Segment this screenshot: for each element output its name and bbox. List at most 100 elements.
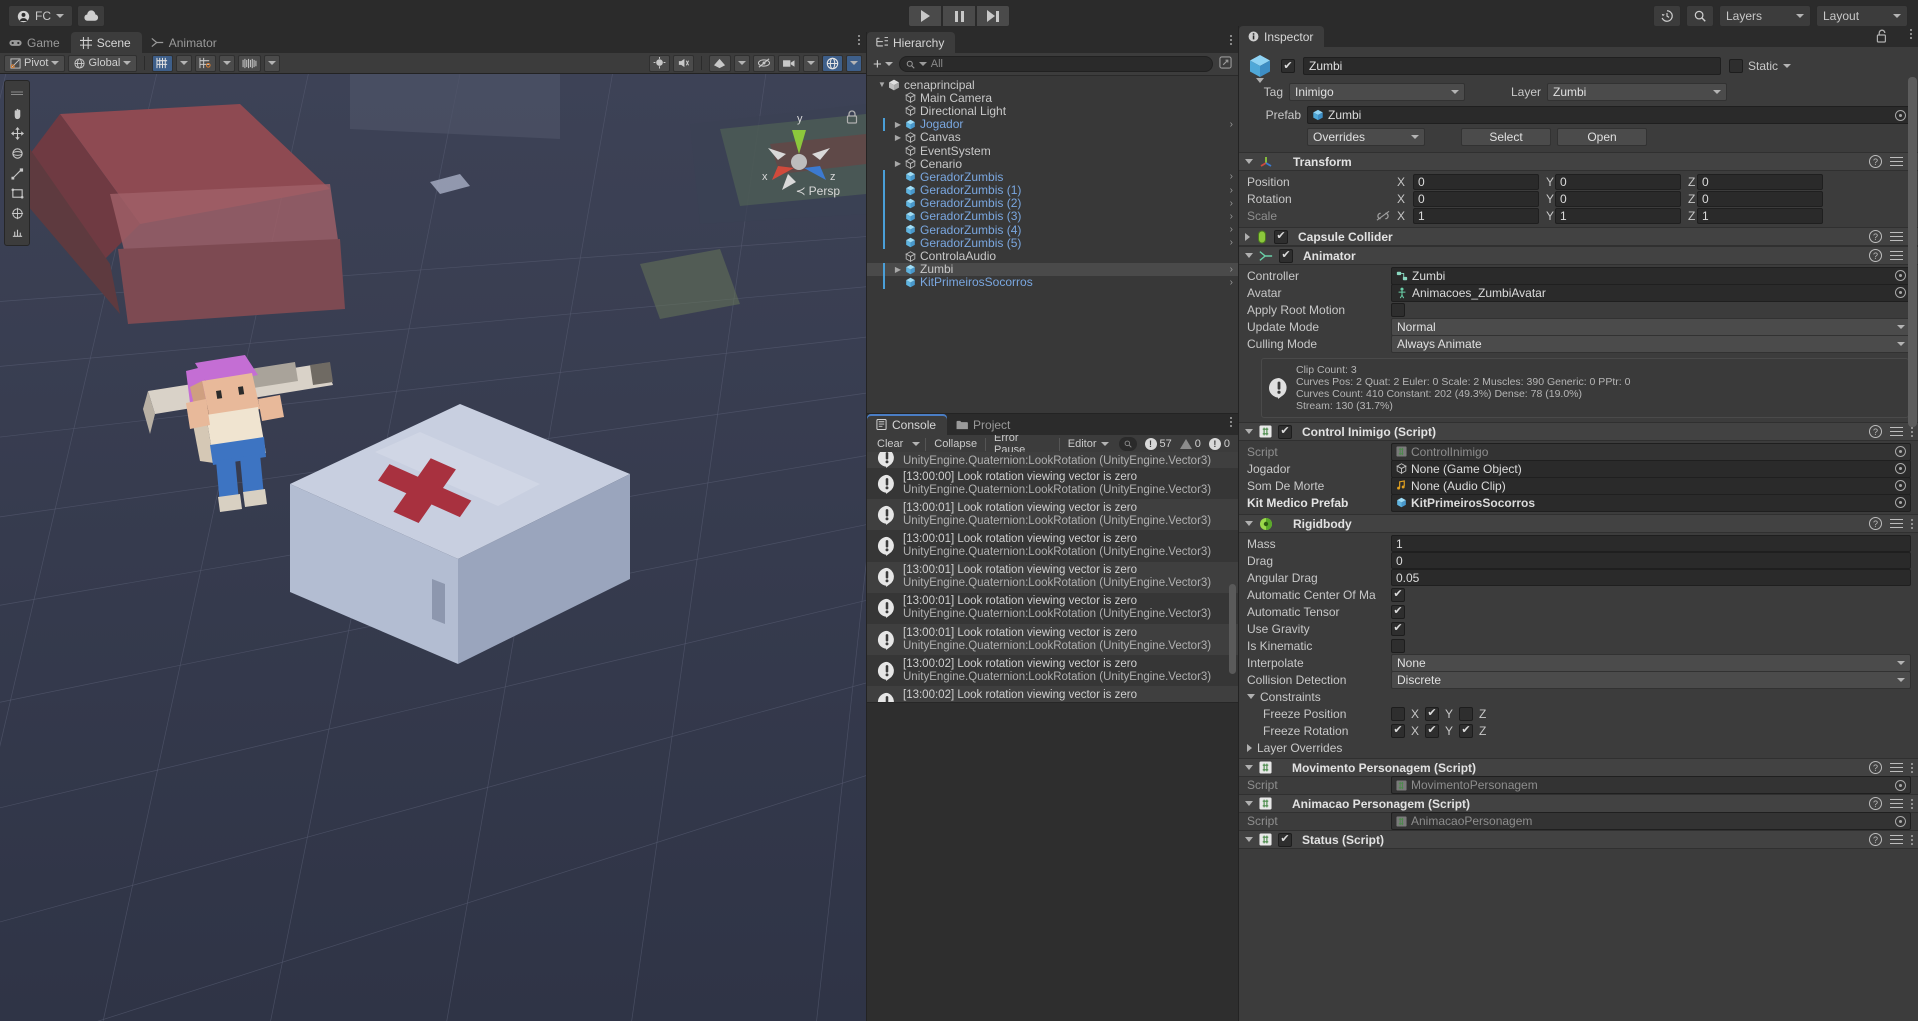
chevron-down-icon[interactable] bbox=[1245, 429, 1253, 434]
console-scrollbar[interactable] bbox=[1229, 584, 1236, 674]
2d-toggle-button[interactable] bbox=[195, 54, 217, 72]
move-tool[interactable] bbox=[5, 123, 29, 143]
control-inimigo-component-header[interactable]: Control Inimigo (Script) ? bbox=[1239, 422, 1918, 441]
help-icon[interactable]: ? bbox=[1869, 155, 1882, 168]
capsule-collider-enabled-checkbox[interactable] bbox=[1274, 229, 1288, 244]
hierarchy-search-input[interactable]: All bbox=[898, 56, 1213, 72]
object-picker-icon[interactable] bbox=[1895, 480, 1906, 491]
console-log-entry[interactable]: [13:00:02] Look rotation viewing vector … bbox=[867, 686, 1239, 702]
status-component-header[interactable]: Status (Script) ? bbox=[1239, 830, 1918, 849]
twisty-icon[interactable]: ▶ bbox=[893, 120, 903, 129]
warning-count-badge[interactable]: 0 bbox=[1176, 438, 1205, 450]
tag-dropdown[interactable]: Inimigo bbox=[1289, 83, 1465, 101]
prefab-object-field[interactable]: Zumbi bbox=[1307, 106, 1911, 124]
console-log-entry[interactable]: [13:00:01] Look rotation viewing vector … bbox=[867, 530, 1239, 562]
hierarchy-item-zumbi[interactable]: ▶ Zumbi › bbox=[867, 262, 1239, 276]
component-menu-icon[interactable] bbox=[1911, 762, 1913, 773]
custom-tool[interactable] bbox=[5, 223, 29, 243]
grid-dropdown[interactable] bbox=[264, 54, 281, 72]
freeze-rotation-y-checkbox[interactable] bbox=[1425, 723, 1440, 738]
animator-enabled-checkbox[interactable] bbox=[1279, 248, 1293, 263]
movimento-personagem-component-header[interactable]: Movimento Personagem (Script) ? bbox=[1239, 758, 1918, 777]
prefab-open-arrow-icon[interactable]: › bbox=[1230, 171, 1233, 182]
freeze-position-x-checkbox[interactable] bbox=[1391, 706, 1405, 721]
avatar-object-field[interactable]: Animacoes_ZumbiAvatar bbox=[1391, 283, 1911, 302]
preset-icon[interactable] bbox=[1890, 250, 1903, 262]
hierarchy-item-geradorzumbis-2[interactable]: GeradorZumbis (2) › bbox=[867, 196, 1239, 210]
preset-icon[interactable] bbox=[1890, 231, 1903, 243]
hierarchy-item-jogador[interactable]: ▶ Jogador › bbox=[867, 117, 1239, 131]
auto-tensor-checkbox[interactable] bbox=[1391, 604, 1405, 619]
component-menu-icon[interactable] bbox=[1911, 798, 1913, 809]
hierarchy-item-kitprimeirossocorros[interactable]: KitPrimeirosSocorros › bbox=[867, 275, 1239, 289]
twisty-icon[interactable]: ▶ bbox=[893, 265, 903, 274]
step-button[interactable] bbox=[976, 5, 1010, 27]
grid-visibility-button[interactable] bbox=[238, 54, 262, 72]
tab-hierarchy[interactable]: Hierarchy bbox=[867, 32, 956, 53]
hierarchy-item-canvas[interactable]: ▶ Canvas bbox=[867, 130, 1239, 144]
rigidbody-component-header[interactable]: Rigidbody ? bbox=[1239, 514, 1918, 533]
preset-icon[interactable] bbox=[1890, 798, 1903, 810]
console-log-entry[interactable]: [13:00:01] Look rotation viewing vector … bbox=[867, 499, 1239, 531]
rotation-y-input[interactable]: 0 bbox=[1555, 190, 1681, 207]
hierarchy-item-cenario[interactable]: ▶ Cenario bbox=[867, 157, 1239, 171]
gameobject-enabled-checkbox[interactable] bbox=[1281, 59, 1295, 73]
account-button[interactable]: FC bbox=[8, 5, 73, 27]
object-picker-icon[interactable] bbox=[1895, 463, 1906, 474]
layer-dropdown[interactable]: Zumbi bbox=[1547, 83, 1727, 101]
lighting-toggle[interactable] bbox=[649, 54, 670, 72]
console-log-entry[interactable]: UnityEngine.Quaternion:LookRotation (Uni… bbox=[867, 452, 1239, 468]
rotate-tool[interactable] bbox=[5, 143, 29, 163]
controller-object-field[interactable]: Zumbi bbox=[1391, 266, 1911, 285]
tab-console[interactable]: Console bbox=[867, 414, 948, 435]
shading-mode-dropdown[interactable] bbox=[176, 54, 193, 72]
position-x-input[interactable]: 0 bbox=[1413, 173, 1539, 190]
link-broken-icon[interactable] bbox=[1369, 210, 1397, 222]
chevron-down-icon[interactable] bbox=[1245, 159, 1253, 164]
animator-component-header[interactable]: Animator ? bbox=[1239, 246, 1918, 265]
scene-panel-menu[interactable] bbox=[858, 35, 860, 45]
add-gameobject-button[interactable]: + bbox=[873, 57, 893, 72]
freeze-position-z-checkbox[interactable] bbox=[1459, 706, 1474, 721]
tool-handle-grip[interactable] bbox=[5, 83, 29, 103]
is-kinematic-checkbox[interactable] bbox=[1391, 638, 1405, 653]
static-toggle[interactable]: Static bbox=[1729, 59, 1792, 73]
help-icon[interactable]: ? bbox=[1869, 833, 1882, 846]
hierarchy-item-geradorzumbis[interactable]: GeradorZumbis › bbox=[867, 170, 1239, 184]
pause-button[interactable] bbox=[942, 5, 976, 27]
hierarchy-tree[interactable]: ▼ cenaprincipal Main Camera Directional Lig… bbox=[867, 78, 1239, 413]
auto-center-checkbox[interactable] bbox=[1391, 587, 1405, 602]
preset-icon[interactable] bbox=[1890, 156, 1903, 168]
hierarchy-item-eventsystem[interactable]: EventSystem bbox=[867, 144, 1239, 158]
transform-component-header[interactable]: Transform ? bbox=[1239, 152, 1918, 171]
rotation-z-input[interactable]: 0 bbox=[1697, 190, 1823, 207]
twisty-icon[interactable]: ▼ bbox=[877, 80, 887, 89]
hierarchy-item-main-camera[interactable]: Main Camera bbox=[867, 91, 1239, 105]
fx-dropdown[interactable] bbox=[734, 54, 750, 72]
chevron-down-icon[interactable] bbox=[1245, 253, 1253, 258]
prefab-open-arrow-icon[interactable]: › bbox=[1230, 277, 1233, 288]
console-log-entry[interactable]: [13:00:00] Look rotation viewing vector … bbox=[867, 468, 1239, 500]
animacao-personagem-component-header[interactable]: Animacao Personagem (Script) ? bbox=[1239, 794, 1918, 813]
hierarchy-item-controlaaudio[interactable]: ControlaAudio bbox=[867, 249, 1239, 263]
help-icon[interactable]: ? bbox=[1869, 249, 1882, 262]
hierarchy-item-geradorzumbis-4[interactable]: GeradorZumbis (4) › bbox=[867, 223, 1239, 237]
prefab-open-arrow-icon[interactable]: › bbox=[1230, 185, 1233, 196]
camera-settings-button[interactable] bbox=[778, 54, 800, 72]
scale-x-input[interactable]: 1 bbox=[1413, 207, 1539, 224]
inspector-scrollbar[interactable] bbox=[1908, 77, 1917, 427]
history-button[interactable] bbox=[1653, 5, 1681, 27]
prefab-open-arrow-icon[interactable]: › bbox=[1230, 264, 1233, 275]
kit-medico-prefab-object-field[interactable]: KitPrimeirosSocorros bbox=[1391, 493, 1911, 512]
culling-mode-dropdown[interactable]: Always Animate bbox=[1391, 334, 1911, 353]
gizmos-dropdown[interactable] bbox=[846, 54, 862, 72]
audio-toggle[interactable] bbox=[673, 54, 694, 72]
hierarchy-item-directional-light[interactable]: Directional Light bbox=[867, 104, 1239, 118]
object-picker-icon[interactable] bbox=[1895, 497, 1906, 508]
interpolate-dropdown[interactable]: None bbox=[1391, 653, 1911, 672]
status-enabled-checkbox[interactable] bbox=[1278, 832, 1292, 847]
static-checkbox[interactable] bbox=[1729, 59, 1743, 73]
help-icon[interactable]: ? bbox=[1869, 425, 1882, 438]
chevron-down-icon[interactable] bbox=[1245, 765, 1253, 770]
tab-scene[interactable]: Scene bbox=[70, 32, 142, 53]
